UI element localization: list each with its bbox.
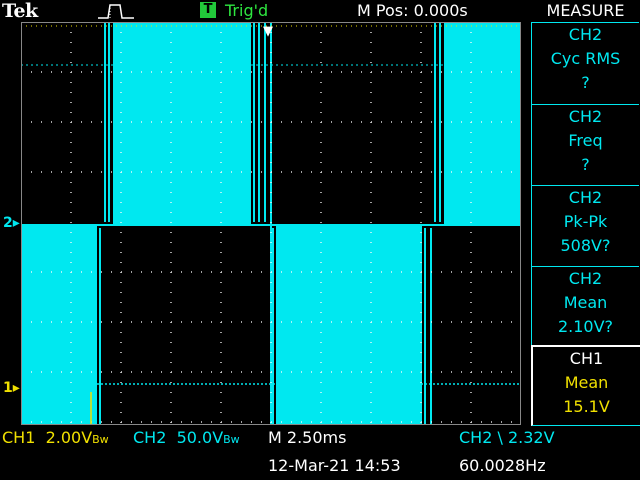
measurement-source: CH2 xyxy=(568,188,603,207)
ch1-scale: 2.00V xyxy=(45,428,93,447)
ch2-bandwidth: Bw xyxy=(223,433,240,446)
trigger-source: CH2 xyxy=(459,428,493,447)
measurement-slot-2[interactable]: CH2 Freq ? xyxy=(531,104,639,186)
timebase-readout[interactable]: M 2.50ms xyxy=(268,428,346,447)
trigger-readout[interactable]: CH2 \ 2.32V xyxy=(459,428,555,447)
waveform-display xyxy=(21,22,521,425)
measure-menu: MEASURE CH2 Cyc RMS ? CH2 Freq ? CH2 Pk-… xyxy=(531,0,640,426)
measurement-value: 2.10V? xyxy=(557,317,614,336)
ch2-readout[interactable]: CH2 50.0VBw xyxy=(133,428,240,447)
trigger-slope-icon: \ xyxy=(497,428,503,447)
measurement-slot-5[interactable]: CH1 Mean 15.1V xyxy=(531,345,640,426)
ch1-readout[interactable]: CH1 2.00VBw xyxy=(2,428,109,447)
measurement-type: Pk-Pk xyxy=(563,212,608,231)
horizontal-position: M Pos: 0.000s xyxy=(357,1,468,20)
trigger-badge: T xyxy=(200,2,216,18)
measurement-source: CH2 xyxy=(568,107,603,126)
status-footer: CH1 2.00VBw CH2 50.0VBw M 2.50ms CH2 \ 2… xyxy=(0,425,640,480)
brand-logo: Tek xyxy=(2,0,38,22)
pulse-icon xyxy=(98,4,134,19)
measurement-source: CH2 xyxy=(568,25,603,44)
trigger-position-marker[interactable]: ▼ xyxy=(263,24,273,39)
waveform-canvas xyxy=(21,22,521,425)
trigger-level: 2.32V xyxy=(507,428,555,447)
trigger-frequency: 60.0028Hz xyxy=(459,456,546,475)
measurement-value: ? xyxy=(581,73,590,92)
measurement-type: Freq xyxy=(568,131,603,150)
ch1-ground-marker[interactable]: 1▸ xyxy=(3,380,20,396)
measurement-slot-3[interactable]: CH2 Pk-Pk 508V? xyxy=(531,185,639,267)
trigger-level-marker[interactable]: ◂ xyxy=(509,214,516,229)
measurement-type: Mean xyxy=(564,373,609,392)
measurement-value: ? xyxy=(581,155,590,174)
ch2-ground-marker[interactable]: 2▸ xyxy=(3,215,20,231)
menu-title: MEASURE xyxy=(546,1,625,20)
ch2-scale: 50.0V xyxy=(176,428,224,447)
trigger-state: Trig'd xyxy=(225,1,269,20)
measurement-type: Mean xyxy=(563,293,608,312)
ch1-label: CH1 xyxy=(2,428,36,447)
measurement-slot-1[interactable]: CH2 Cyc RMS ? xyxy=(531,22,639,105)
measurement-type: Cyc RMS xyxy=(550,49,621,68)
ch1-bandwidth: Bw xyxy=(92,433,109,446)
measurement-source: CH1 xyxy=(569,349,604,368)
measurement-value: 508V? xyxy=(560,236,611,255)
measurement-value: 15.1V xyxy=(563,397,610,416)
measurement-slot-4[interactable]: CH2 Mean 2.10V? xyxy=(531,266,639,346)
date-time: 12-Mar-21 14:53 xyxy=(268,456,401,475)
ch2-label: CH2 xyxy=(133,428,167,447)
measurement-source: CH2 xyxy=(568,269,603,288)
